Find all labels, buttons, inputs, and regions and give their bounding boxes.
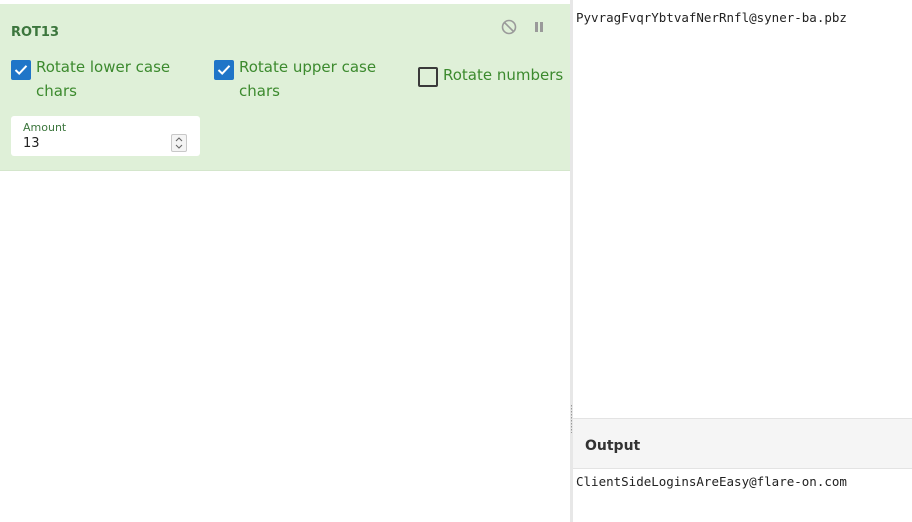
amount-value[interactable]: 13 (23, 136, 40, 151)
rotate-lower-label: Rotate lower case chars (36, 58, 171, 100)
operation-title: ROT13 (11, 25, 60, 40)
chevron-down-icon[interactable] (175, 144, 183, 149)
recipe-pane: ROT13 Rotate lower case chars Rotate upp… (0, 0, 570, 522)
rotate-lower-checkbox[interactable]: Rotate lower case chars (11, 55, 186, 103)
chevron-up-icon[interactable] (175, 137, 183, 142)
resize-grip-icon[interactable] (571, 405, 572, 433)
io-pane: PyvragFvqrYbtvafNerRnfl@syner-ba.pbz Out… (573, 0, 912, 522)
output-title: Output (585, 438, 641, 454)
amount-label: Amount (23, 121, 67, 134)
pause-icon[interactable] (530, 18, 548, 36)
amount-stepper[interactable] (171, 134, 187, 152)
rot13-operation-card: ROT13 Rotate lower case chars Rotate upp… (0, 4, 570, 171)
checkmark-icon[interactable] (214, 60, 234, 80)
checkmark-icon[interactable] (11, 60, 31, 80)
input-text[interactable]: PyvragFvqrYbtvafNerRnfl@syner-ba.pbz (576, 10, 847, 25)
rotate-upper-label: Rotate upper case chars (239, 58, 377, 100)
disable-icon[interactable] (500, 18, 518, 36)
output-text[interactable]: ClientSideLoginsAreEasy@flare-on.com (576, 474, 847, 489)
output-header: Output (573, 418, 912, 469)
operation-controls (500, 18, 548, 36)
rotate-numbers-label: Rotate numbers (443, 66, 564, 84)
rotate-numbers-checkbox[interactable]: Rotate numbers (418, 63, 563, 87)
checkbox-empty-icon[interactable] (418, 67, 438, 87)
rotate-upper-checkbox[interactable]: Rotate upper case chars (214, 55, 394, 103)
amount-field[interactable]: Amount 13 (11, 116, 200, 156)
